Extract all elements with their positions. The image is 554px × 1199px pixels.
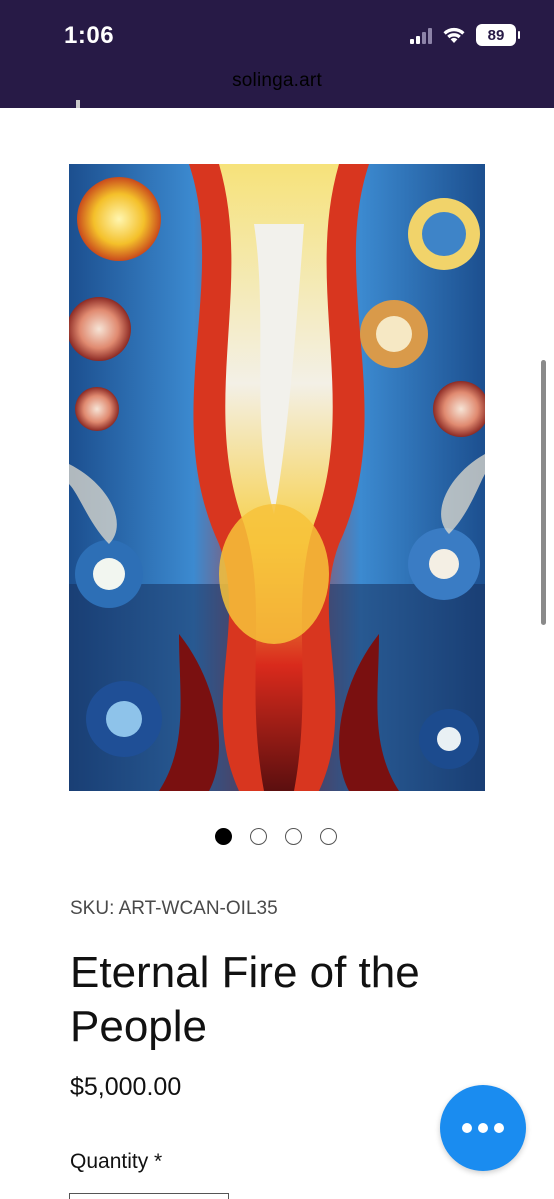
status-bar: 1:06 89 solinga.art bbox=[0, 0, 554, 108]
quantity-label: Quantity * bbox=[70, 1150, 163, 1173]
product-price: $5,000.00 bbox=[70, 1073, 182, 1101]
product-title: Eternal Fire of the People bbox=[70, 948, 420, 1051]
more-horizontal-icon bbox=[478, 1123, 488, 1133]
more-options-button[interactable] bbox=[440, 1085, 526, 1171]
status-time: 1:06 bbox=[64, 22, 115, 49]
image-carousel-dots bbox=[215, 828, 337, 845]
battery-icon: 89 bbox=[476, 24, 520, 46]
carousel-dot[interactable] bbox=[250, 828, 267, 845]
wifi-icon bbox=[443, 27, 465, 43]
status-icons: 89 bbox=[410, 24, 520, 46]
product-image[interactable] bbox=[69, 164, 485, 791]
carousel-dot[interactable] bbox=[285, 828, 302, 845]
more-horizontal-icon bbox=[462, 1123, 472, 1133]
more-horizontal-icon bbox=[494, 1123, 504, 1133]
quantity-input[interactable] bbox=[69, 1193, 229, 1199]
cellular-signal-icon bbox=[410, 26, 432, 44]
carousel-dot[interactable] bbox=[215, 828, 232, 845]
page-scrollbar[interactable] bbox=[541, 360, 546, 625]
carousel-dot[interactable] bbox=[320, 828, 337, 845]
painting-artwork bbox=[69, 164, 485, 791]
scrolled-content-fragment bbox=[76, 100, 80, 108]
product-sku: SKU: ART-WCAN-OIL35 bbox=[70, 898, 278, 919]
url-bar[interactable]: solinga.art bbox=[0, 70, 554, 92]
